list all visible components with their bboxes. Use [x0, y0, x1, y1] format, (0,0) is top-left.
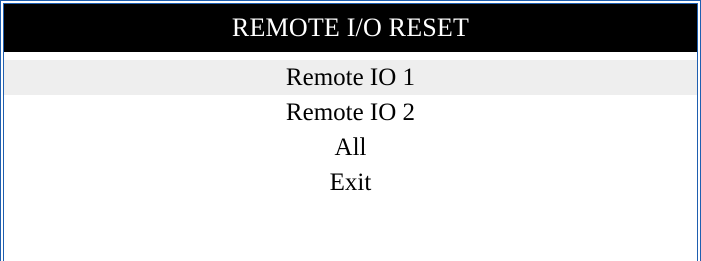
menu-item-remote-io-1[interactable]: Remote IO 1 [4, 60, 697, 95]
reset-menu: Remote IO 1 Remote IO 2 All Exit [4, 60, 697, 200]
dialog-title: REMOTE I/O RESET [4, 4, 697, 52]
menu-item-remote-io-2[interactable]: Remote IO 2 [4, 95, 697, 130]
menu-item-all[interactable]: All [4, 130, 697, 165]
menu-item-exit[interactable]: Exit [4, 165, 697, 200]
remote-io-reset-dialog: REMOTE I/O RESET Remote IO 1 Remote IO 2… [0, 0, 701, 261]
